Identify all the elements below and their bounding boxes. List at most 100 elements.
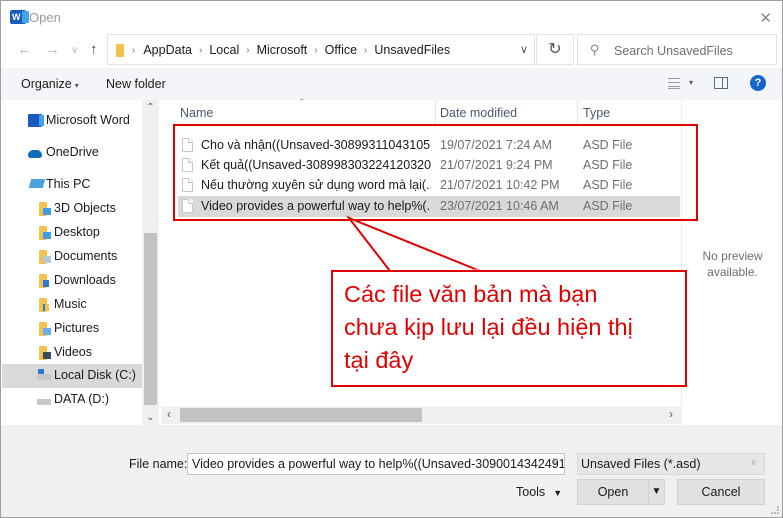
sort-ascending-icon: ⌃	[298, 97, 306, 107]
breadcrumb-office[interactable]: Office	[325, 43, 357, 57]
breadcrumb-unsavedfiles[interactable]: UnsavedFiles	[374, 43, 450, 57]
search-input[interactable]: ⚲ Search UnsavedFiles	[577, 34, 777, 65]
column-header-name[interactable]: Name	[180, 100, 213, 127]
scroll-up-icon[interactable]: ⌃	[142, 102, 159, 113]
open-options-button[interactable]: ▼	[648, 479, 665, 505]
caret-down-icon: ▾	[74, 81, 79, 90]
chevron-right-icon[interactable]: ›	[314, 45, 317, 56]
annotation-line: tại đây	[344, 347, 414, 373]
breadcrumb-appdata[interactable]: AppData	[143, 43, 192, 57]
open-button[interactable]: Open	[577, 479, 649, 505]
folder-pictures-icon	[39, 322, 51, 336]
folder-downloads-icon	[39, 274, 49, 288]
no-preview-line: No preview	[702, 249, 763, 263]
window-title: Open	[29, 10, 61, 25]
scroll-right-icon[interactable]: ›	[669, 407, 673, 421]
scrollbar-thumb[interactable]	[144, 233, 157, 405]
new-folder-button[interactable]: New folder	[106, 77, 166, 91]
column-divider[interactable]	[435, 100, 436, 127]
folder-3d-objects-icon	[39, 202, 51, 216]
cancel-button[interactable]: Cancel	[677, 479, 765, 505]
column-header-date[interactable]: Date modified	[440, 100, 517, 127]
sidebar-item-label: Pictures	[54, 321, 100, 335]
no-preview-line: available.	[707, 265, 758, 279]
sidebar-item-label: Videos	[54, 345, 92, 359]
sidebar-item-local-disk-c[interactable]: Local Disk (C:)	[2, 364, 142, 388]
chevron-right-icon: ›	[132, 44, 136, 56]
folder-videos-icon	[39, 346, 51, 360]
annotation-line: chưa kịp lưu lại đều hiện thị	[344, 314, 633, 340]
caret-down-icon[interactable]: ▾	[689, 78, 693, 87]
recent-locations-button[interactable]: ∨	[71, 45, 78, 56]
preview-pane-icon[interactable]	[714, 77, 728, 89]
sidebar-item-downloads[interactable]: Downloads	[2, 270, 142, 292]
sidebar-item-label: This PC	[46, 177, 91, 191]
breadcrumb-local[interactable]: Local	[209, 43, 239, 57]
this-pc-icon	[28, 179, 46, 188]
chevron-down-icon: ∨	[750, 457, 757, 467]
file-name-label: File name:	[129, 457, 188, 471]
command-bar: Organize ▾ New folder ▾ ?	[1, 68, 782, 100]
file-name-input[interactable]: Video provides a powerful way to help%((…	[187, 453, 565, 475]
view-options-icon[interactable]	[668, 78, 680, 89]
refresh-button[interactable]: ↻	[536, 34, 574, 65]
sidebar-item-videos[interactable]: Videos	[2, 342, 142, 364]
word-icon	[28, 114, 44, 127]
column-divider[interactable]	[577, 100, 578, 127]
sidebar-item-label: Downloads	[54, 273, 116, 287]
organize-button[interactable]: Organize ▾	[21, 77, 79, 91]
tools-button[interactable]: Tools ▼	[516, 485, 562, 499]
chevron-down-icon[interactable]: ∨	[552, 456, 559, 467]
chevron-right-icon[interactable]: ›	[199, 45, 202, 56]
help-icon[interactable]: ?	[750, 75, 766, 91]
scroll-left-icon[interactable]: ‹	[167, 407, 171, 421]
close-button[interactable]: ✕	[759, 9, 772, 27]
sidebar-item-label: Microsoft Word	[46, 113, 130, 127]
sidebar-item-music[interactable]: Music	[2, 294, 142, 316]
up-button[interactable]: ↑	[90, 41, 98, 58]
sidebar-item-label: 3D Objects	[54, 201, 116, 215]
onedrive-icon	[28, 150, 42, 158]
resize-grip[interactable]	[771, 506, 779, 514]
sidebar-item-documents[interactable]: Documents	[2, 246, 142, 268]
forward-button[interactable]: →	[45, 41, 60, 58]
file-type-filter-select[interactable]: Unsaved Files (*.asd) ∨	[577, 453, 765, 475]
sidebar-item-label: Local Disk (C:)	[54, 368, 136, 382]
caret-down-icon: ▼	[553, 488, 563, 498]
sidebar-item-this-pc[interactable]: This PC	[2, 174, 142, 196]
sidebar-item-pictures[interactable]: Pictures	[2, 318, 142, 340]
file-type-filter-value: Unsaved Files (*.asd)	[581, 457, 701, 471]
breadcrumb-microsoft[interactable]: Microsoft	[257, 43, 308, 57]
sidebar-scrollbar[interactable]: ⌃ ⌄	[142, 100, 159, 425]
folder-desktop-icon	[39, 226, 51, 240]
title-bar: W Open ✕	[1, 1, 782, 33]
local-disk-icon	[37, 369, 51, 380]
sidebar-item-onedrive[interactable]: OneDrive	[2, 142, 142, 164]
sidebar-item-label: DATA (D:)	[54, 392, 110, 406]
sidebar-item-desktop[interactable]: Desktop	[2, 222, 142, 244]
drive-icon	[37, 399, 51, 405]
sidebar-item-microsoft-word[interactable]: Microsoft Word	[2, 110, 142, 132]
back-button[interactable]: ←	[17, 41, 32, 58]
chevron-right-icon[interactable]: ›	[246, 45, 249, 56]
dialog-footer: File name: Video provides a powerful way…	[1, 425, 782, 517]
sidebar-item-3d-objects[interactable]: 3D Objects	[2, 198, 142, 220]
open-dialog: W Open ✕ ← → ∨ ↑ › AppData › Local › Mic…	[0, 0, 783, 518]
chevron-right-icon[interactable]: ›	[364, 45, 367, 56]
no-preview-message: No preview available.	[682, 248, 783, 280]
file-list-horizontal-scrollbar[interactable]: ‹ ›	[161, 406, 681, 424]
scrollbar-thumb[interactable]	[180, 408, 422, 422]
sidebar-item-label: Music	[54, 297, 87, 311]
sidebar-item-label: Documents	[54, 249, 118, 263]
search-placeholder: Search UnsavedFiles	[614, 44, 733, 58]
chevron-down-icon[interactable]: ∨	[520, 43, 528, 56]
folder-documents-icon	[39, 250, 51, 264]
scroll-down-icon[interactable]: ⌄	[142, 412, 159, 423]
annotation-text: Các file văn bản mà bạn chưa kịp lưu lại…	[344, 278, 633, 377]
column-header-type[interactable]: Type	[583, 100, 610, 127]
sidebar-item-data-d[interactable]: DATA (D:)	[2, 389, 142, 411]
sidebar-item-label: OneDrive	[46, 145, 99, 159]
search-icon: ⚲	[590, 42, 600, 57]
address-bar[interactable]: › AppData › Local › Microsoft › Office ›…	[107, 34, 535, 65]
folder-music-icon	[39, 298, 49, 312]
